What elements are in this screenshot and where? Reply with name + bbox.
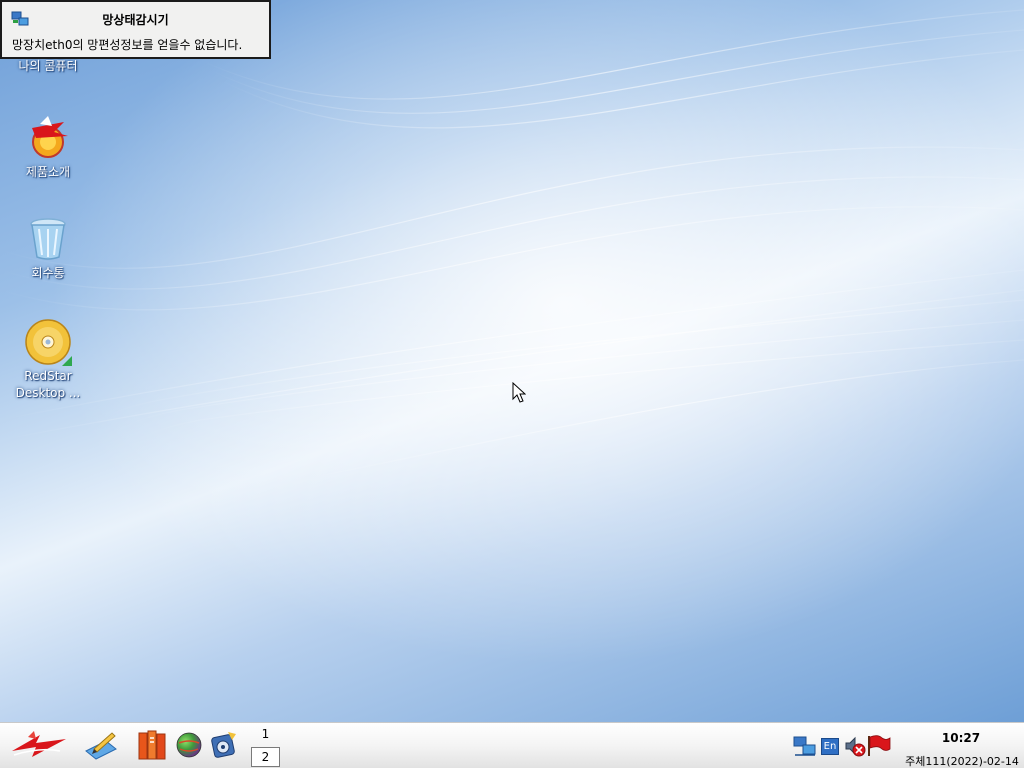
volume-muted-icon[interactable] xyxy=(844,735,866,757)
office-suite-icon[interactable] xyxy=(137,729,169,761)
desktop-icon-product-intro[interactable]: 제품소개 xyxy=(0,114,96,181)
clock-time[interactable]: 10:27 xyxy=(925,731,997,745)
desktop-icon-label: RedStar Desktop ... xyxy=(15,369,81,400)
redstar-start-icon[interactable] xyxy=(10,729,68,761)
mouse-pointer-icon xyxy=(512,382,526,403)
clock-date: 주체111(2022)-02-14 xyxy=(905,755,1019,768)
notification-title: 망상태감시기 xyxy=(102,13,169,27)
input-method-en-icon[interactable]: En xyxy=(821,738,839,755)
web-browser-globe-icon[interactable] xyxy=(175,731,203,759)
taskbar: 1 2 En 10:27 주체111(2022)-02-14 xyxy=(0,722,1024,768)
workspace-2-button[interactable]: 2 xyxy=(251,747,280,767)
cd-disc-icon xyxy=(25,319,72,366)
desktop-icon-label: 회수통 xyxy=(31,266,65,280)
desktop-icon-label: 나의 콤퓨터 xyxy=(18,59,78,73)
network-monitor-notification[interactable]: 망상태감시기 망장치eth0의 망편성정보를 얻을수 없습니다. xyxy=(0,0,271,59)
input-method-label: En xyxy=(823,741,837,752)
workspace-1-button[interactable]: 1 xyxy=(251,726,280,743)
product-intro-icon xyxy=(32,116,68,158)
desktop-icon-redstar-disc[interactable]: RedStar Desktop ... xyxy=(0,318,96,402)
desktop-icon-trash[interactable]: 회수통 xyxy=(0,215,96,282)
desktop-icon-label: 제품소개 xyxy=(25,165,71,179)
desktop[interactable]: 나의 콤퓨터 제품소개 회수통 RedStar Desktop ... 망상태감… xyxy=(0,0,1024,722)
media-player-icon[interactable] xyxy=(210,730,238,760)
notification-message: 망장치eth0의 망편성정보를 얻을수 없습니다. xyxy=(12,38,243,52)
wallpaper-waves xyxy=(0,0,1024,722)
text-editor-icon[interactable] xyxy=(84,729,118,761)
red-flag-icon[interactable] xyxy=(866,734,892,758)
network-tray-icon[interactable] xyxy=(793,735,817,757)
trash-bin-icon xyxy=(30,218,66,260)
